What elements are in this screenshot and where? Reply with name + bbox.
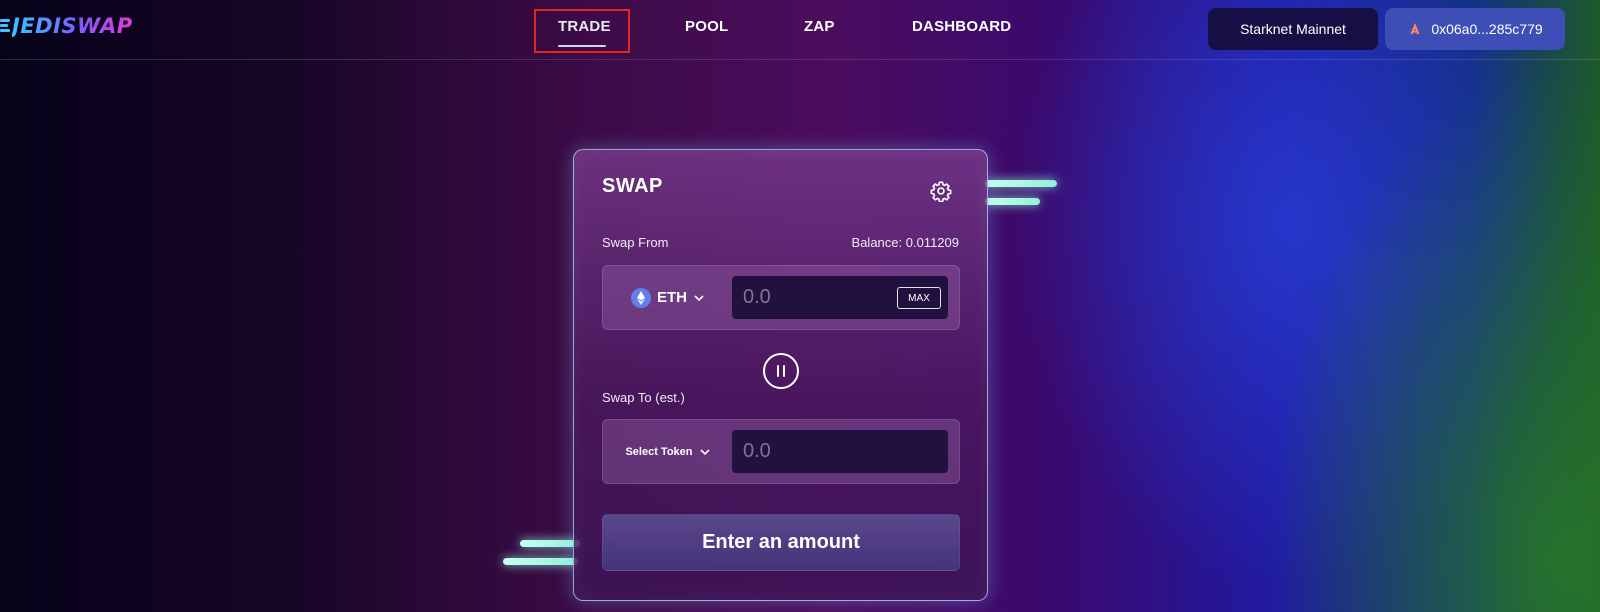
swap-direction-icon: [777, 365, 779, 377]
top-header: JEDISWAP TRADE POOL ZAP DASHBOARD Starkn…: [0, 0, 1600, 60]
network-label: Starknet Mainnet: [1240, 21, 1346, 37]
balance-text: Balance: 0.011209: [851, 235, 959, 250]
decor-streak: [503, 558, 578, 565]
from-token-symbol: ETH: [657, 289, 687, 306]
to-token-selector[interactable]: Select Token: [603, 420, 733, 483]
swap-title: SWAP: [602, 175, 663, 197]
nav-dashboard[interactable]: DASHBOARD: [912, 18, 1011, 35]
decor-streak: [985, 198, 1040, 205]
swap-direction-icon: [783, 365, 785, 377]
gear-icon[interactable]: [930, 180, 952, 202]
nav-pool[interactable]: POOL: [685, 18, 728, 35]
network-button[interactable]: Starknet Mainnet: [1208, 8, 1378, 50]
to-amount-input[interactable]: [732, 430, 948, 473]
swap-to-label: Swap To (est.): [602, 390, 685, 405]
nav-zap[interactable]: ZAP: [804, 18, 835, 35]
chevron-down-icon: [699, 448, 710, 455]
from-token-selector[interactable]: ETH: [603, 266, 733, 329]
swap-from-panel: ETH MAX: [602, 265, 960, 330]
trade-highlight-box: [534, 9, 630, 53]
swap-card: SWAP Swap From Balance: 0.011209 ETH MAX…: [573, 149, 988, 601]
wallet-button[interactable]: 0x06a0...285c779: [1385, 8, 1565, 50]
jediswap-logo[interactable]: JEDISWAP: [0, 14, 133, 38]
select-token-label: Select Token: [625, 445, 693, 458]
eth-icon: [631, 287, 651, 308]
swap-from-label: Swap From: [602, 235, 669, 250]
decor-streak: [520, 540, 580, 547]
swap-direction-button[interactable]: [763, 353, 799, 389]
swap-to-panel: Select Token: [602, 419, 960, 484]
argent-icon: [1410, 23, 1420, 34]
wallet-address: 0x06a0...285c779: [1431, 21, 1543, 37]
max-button[interactable]: MAX: [897, 287, 941, 309]
logo-text: JEDISWAP: [12, 14, 133, 38]
chevron-down-icon: [694, 294, 704, 301]
enter-amount-button[interactable]: Enter an amount: [602, 514, 960, 571]
logo-mark-icon: [0, 18, 10, 34]
decor-streak: [985, 180, 1057, 187]
